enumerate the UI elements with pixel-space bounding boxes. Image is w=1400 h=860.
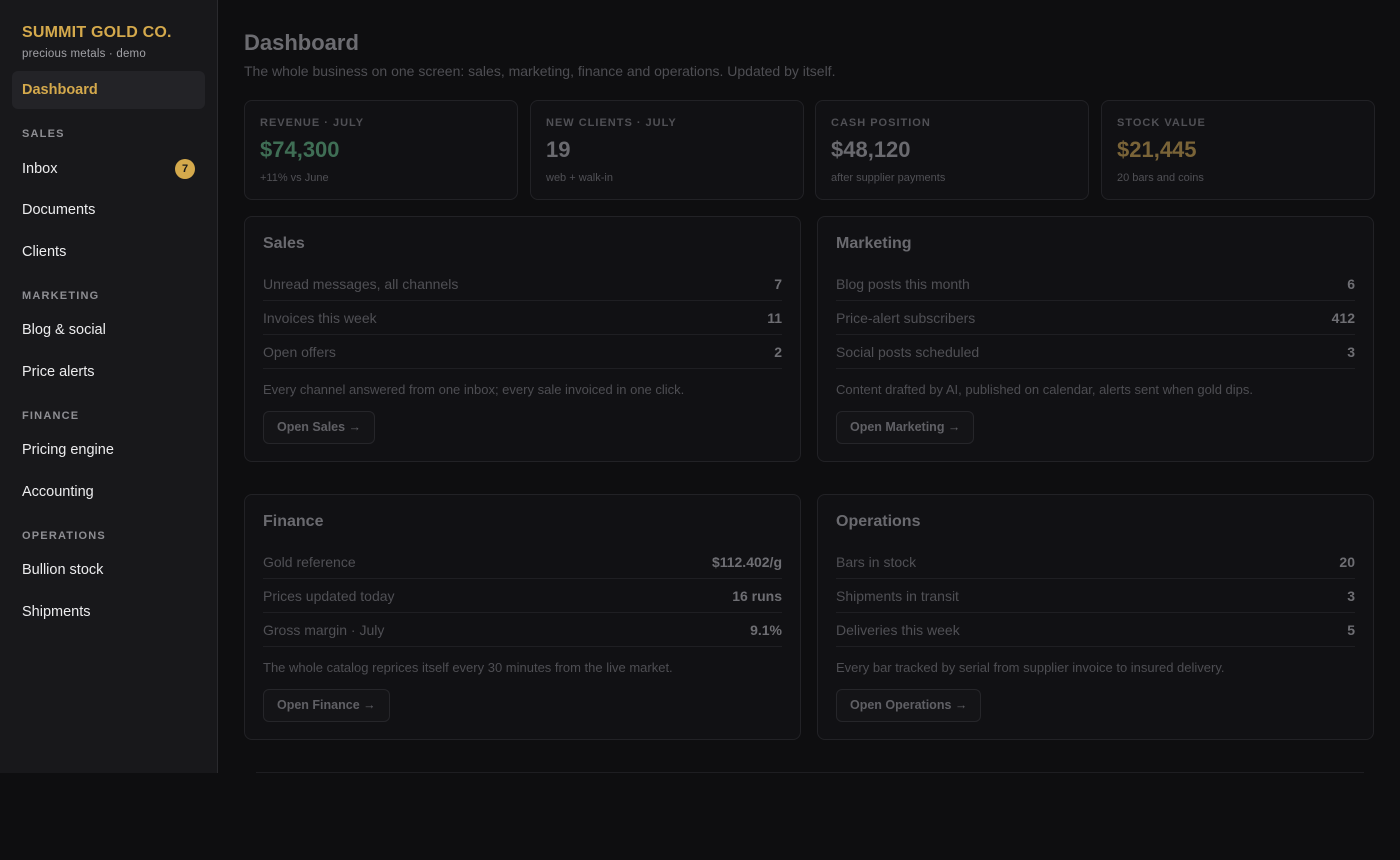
kpi-value: $74,300: [260, 137, 340, 162]
kpi-note: +11% vs June: [260, 172, 329, 184]
metric-row: Prices updated today 16 runs: [263, 579, 782, 613]
metric-row: Unread messages, all channels 7: [263, 267, 782, 301]
kpi-value: $21,445: [1117, 137, 1197, 162]
panel-sales: Sales Unread messages, all channels 7 Inv…: [244, 216, 801, 462]
nav-section-finance: FINANCE: [22, 410, 80, 422]
metric-value: 11: [767, 309, 782, 326]
panel-note: Every bar tracked by serial from supplie…: [836, 660, 1225, 675]
panel-title: Operations: [836, 513, 921, 530]
sidebar-item-dashboard[interactable]: Dashboard: [12, 71, 205, 109]
metric-value: 9.1%: [750, 621, 782, 638]
panel-title: Marketing: [836, 235, 912, 252]
sidebar-item-blog-social[interactable]: Blog & social: [22, 319, 195, 341]
metric-row: Deliveries this week 5: [836, 613, 1355, 647]
panel-marketing: Marketing Blog posts this month 6 Price-a…: [817, 216, 1374, 462]
metric-row: Social posts scheduled 3: [836, 335, 1355, 369]
metric-value: 6: [1347, 275, 1355, 292]
metric-value: 3: [1347, 343, 1355, 360]
metric-value: 2: [774, 343, 782, 360]
sidebar-item-price-alerts[interactable]: Price alerts: [22, 361, 195, 383]
metric-row: Price-alert subscribers 412: [836, 301, 1355, 335]
metric-value: $112.402/g: [711, 553, 782, 570]
kpi-label: NEW CLIENTS · JULY: [546, 117, 677, 129]
nav-section-marketing: MARKETING: [22, 290, 100, 302]
metric-value: 5: [1347, 621, 1355, 638]
sidebar-item-shipments[interactable]: Shipments: [22, 601, 195, 623]
metric-value: 7: [774, 275, 782, 292]
metric-label: Unread messages, all channels: [263, 275, 459, 292]
panel-note: Every channel answered from one inbox; e…: [263, 382, 685, 397]
kpi-value: $48,120: [831, 137, 911, 162]
page-title: Dashboard: [244, 30, 359, 55]
metric-value: 412: [1331, 309, 1355, 326]
kpi-note: web + walk-in: [546, 172, 613, 184]
kpi-card-revenue: REVENUE · JULY $74,300 +11% vs June: [244, 100, 518, 200]
brand: SUMMIT GOLD CO. precious metals · demo: [22, 24, 172, 60]
open-finance-button[interactable]: Open Finance →: [263, 689, 390, 722]
metric-label: Deliveries this week: [836, 621, 960, 638]
kpi-card-cash-position: CASH POSITION $48,120 after supplier pay…: [815, 100, 1089, 200]
footer-divider: [256, 772, 1364, 773]
metric-label: Gold reference: [263, 553, 356, 570]
kpi-card-new-clients: NEW CLIENTS · JULY 19 web + walk-in: [530, 100, 804, 200]
nav-section-sales: SALES: [22, 128, 65, 140]
panel-title: Finance: [263, 513, 324, 530]
sidebar: SUMMIT GOLD CO. precious metals · demo D…: [0, 0, 218, 773]
kpi-label: STOCK VALUE: [1117, 117, 1206, 129]
brand-name: SUMMIT GOLD CO.: [22, 24, 172, 41]
sidebar-item-inbox[interactable]: Inbox 7: [22, 158, 195, 180]
metric-label: Bars in stock: [836, 553, 917, 570]
metric-row: Blog posts this month 6: [836, 267, 1355, 301]
metric-row: Open offers 2: [263, 335, 782, 369]
metric-row: Gross margin · July 9.1%: [263, 613, 782, 647]
page-subtitle: The whole business on one screen: sales,…: [244, 63, 836, 79]
open-operations-button[interactable]: Open Operations →: [836, 689, 982, 722]
kpi-card-stock-value: STOCK VALUE $21,445 20 bars and coins: [1101, 100, 1375, 200]
metric-value: 3: [1347, 587, 1355, 604]
sidebar-item-documents[interactable]: Documents: [22, 199, 195, 221]
metric-label: Invoices this week: [263, 309, 377, 326]
panel-note: Content drafted by AI, published on cale…: [836, 382, 1253, 397]
open-sales-button[interactable]: Open Sales →: [263, 411, 376, 444]
kpi-label: CASH POSITION: [831, 117, 931, 129]
brand-subtitle: precious metals · demo: [22, 48, 146, 60]
metric-label: Gross margin · July: [263, 621, 385, 638]
metric-value: 16 runs: [732, 587, 782, 604]
sidebar-item-bullion-stock[interactable]: Bullion stock: [22, 559, 195, 581]
nav-section-operations: OPERATIONS: [22, 530, 106, 542]
kpi-label: REVENUE · JULY: [260, 117, 365, 129]
sidebar-item-accounting[interactable]: Accounting: [22, 481, 195, 503]
panel-title: Sales: [263, 235, 305, 252]
metric-label: Blog posts this month: [836, 275, 970, 292]
kpi-note: after supplier payments: [831, 172, 946, 184]
open-marketing-button[interactable]: Open Marketing →: [836, 411, 975, 444]
metric-value: 20: [1339, 553, 1355, 570]
metric-label: Shipments in transit: [836, 587, 959, 604]
metric-row: Invoices this week 11: [263, 301, 782, 335]
metric-row: Bars in stock 20: [836, 545, 1355, 579]
inbox-count-badge: 7: [175, 159, 195, 179]
kpi-value: 19: [546, 137, 571, 162]
panel-note: The whole catalog reprices itself every …: [263, 660, 673, 675]
panel-finance: Finance Gold reference $112.402/g Prices …: [244, 494, 801, 740]
metric-row: Shipments in transit 3: [836, 579, 1355, 613]
panel-operations: Operations Bars in stock 20 Shipments in …: [817, 494, 1374, 740]
metric-row: Gold reference $112.402/g: [263, 545, 782, 579]
sidebar-item-pricing-engine[interactable]: Pricing engine: [22, 439, 195, 461]
sidebar-item-label: Inbox: [22, 161, 58, 177]
sidebar-item-clients[interactable]: Clients: [22, 241, 195, 263]
metric-label: Prices updated today: [263, 587, 395, 604]
metric-label: Open offers: [263, 343, 336, 360]
metric-label: Price-alert subscribers: [836, 309, 976, 326]
kpi-note: 20 bars and coins: [1117, 172, 1204, 184]
metric-label: Social posts scheduled: [836, 343, 980, 360]
